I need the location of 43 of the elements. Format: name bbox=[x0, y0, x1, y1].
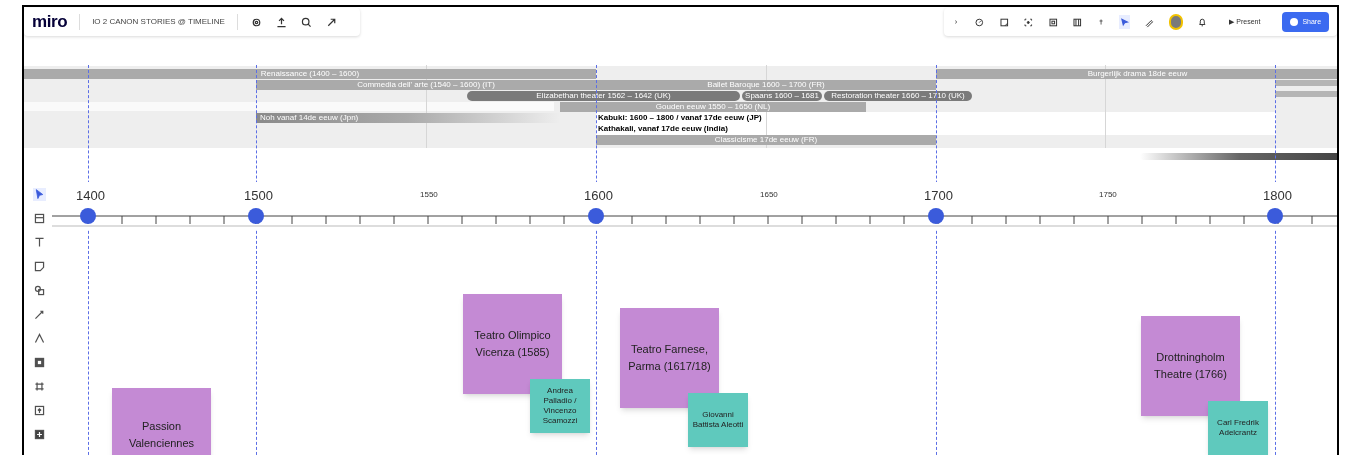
period-bar: Commedia dell' arte (1540 – 1600) (IT) bbox=[256, 80, 596, 90]
logo[interactable]: miro bbox=[32, 9, 68, 35]
period-label: Kathakali, vanaf 17de eeuw (India) bbox=[598, 124, 728, 134]
pen-icon[interactable] bbox=[32, 332, 46, 345]
sticky-note-icon[interactable] bbox=[32, 260, 46, 273]
sticky-note[interactable]: Drottningholm Theatre (1766) bbox=[1141, 316, 1240, 416]
period-bar: Spaans 1600 – 1681 bbox=[742, 91, 822, 101]
grid-icon[interactable] bbox=[32, 380, 46, 393]
year-label: 1500 bbox=[244, 187, 273, 205]
period-bar: Elizabethan theater 1562 – 1642 (UK) bbox=[467, 91, 740, 101]
share-icon bbox=[1290, 18, 1299, 26]
cursor-icon[interactable] bbox=[1119, 15, 1131, 29]
year-label: 1550 bbox=[420, 189, 438, 201]
period-label: Kabuki: 1600 – 1800 / vanaf 17de eeuw (JP) bbox=[598, 113, 762, 123]
cursor-icon[interactable] bbox=[32, 188, 46, 201]
year-label: 1650 bbox=[760, 189, 778, 201]
upload-icon[interactable] bbox=[274, 15, 288, 29]
year-label: 1800 bbox=[1263, 187, 1292, 205]
period-bar: Gouden eeuw 1550 – 1650 (NL) bbox=[560, 102, 866, 112]
text-icon[interactable] bbox=[32, 236, 46, 249]
plus-icon[interactable] bbox=[32, 428, 46, 441]
board-title[interactable]: IO 2 CANON STORIES @ TIMELINE bbox=[92, 16, 225, 28]
year-label: 1600 bbox=[584, 187, 613, 205]
sticky-note[interactable]: Andrea Palladio / Vincenzo Scamozzi bbox=[530, 379, 590, 433]
search-icon[interactable] bbox=[299, 15, 313, 29]
year-label: 1400 bbox=[76, 187, 105, 205]
period-bar: Ballet Baroque 1600 – 1700 (FR) bbox=[596, 80, 936, 90]
sticky-note[interactable]: Teatro Farnese, Parma (1617/18) bbox=[620, 308, 719, 408]
period-bar: Classicisme 17de eeuw (FR) bbox=[596, 135, 936, 145]
sticky-note[interactable]: Carl Fredrik Adelcrantz bbox=[1208, 401, 1268, 455]
year-label: 1700 bbox=[924, 187, 953, 205]
sticky-note[interactable]: Giovanni Battista Aleotti bbox=[688, 393, 748, 447]
period-bar: Renaissance (1400 – 1600) bbox=[24, 69, 596, 79]
arrow-icon[interactable] bbox=[32, 308, 46, 321]
period-bar: Restoration theater 1660 – 1710 (UK) bbox=[824, 91, 972, 101]
sticky-note[interactable]: Passion Valenciennes bbox=[112, 388, 211, 455]
year-label: 1750 bbox=[1099, 189, 1117, 201]
user-avatar[interactable] bbox=[1169, 14, 1183, 30]
period-bar: Burgerlijk drama 18de eeuw bbox=[936, 69, 1337, 79]
shapes-icon[interactable] bbox=[32, 284, 46, 297]
square-icon[interactable] bbox=[32, 356, 46, 369]
upload-icon[interactable] bbox=[32, 404, 46, 417]
frame-icon[interactable] bbox=[32, 212, 46, 225]
